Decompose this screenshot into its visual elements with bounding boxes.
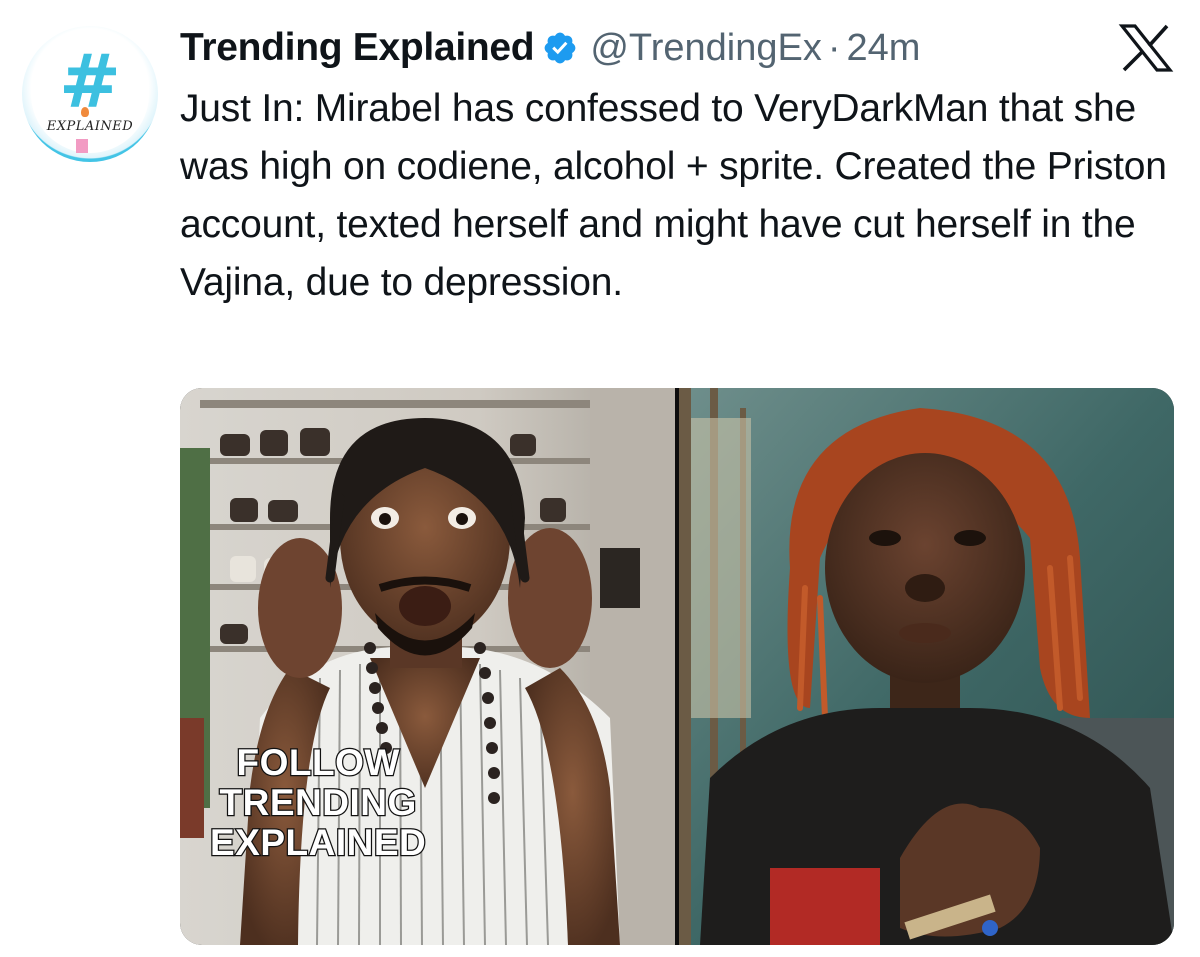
avatar-background: # EXPLAINED <box>31 35 149 153</box>
tweet-card[interactable]: # EXPLAINED Trending Explained @Trending… <box>0 0 1200 957</box>
media-caption: FOLLOW TRENDING EXPLAINED <box>209 741 427 864</box>
x-logo-icon <box>1118 24 1174 72</box>
tweet-timestamp[interactable]: 24m <box>846 27 920 70</box>
avatar-pink-block <box>76 139 88 153</box>
avatar-hash-symbol: # <box>58 39 121 125</box>
verified-badge-icon <box>544 32 576 64</box>
caption-line-2: TRENDING <box>218 781 417 824</box>
author-handle[interactable]: @TrendingEx <box>590 27 822 70</box>
caption-line-1: FOLLOW <box>235 741 400 784</box>
tweet-text: Just In: Mirabel has confessed to VeryDa… <box>180 87 1167 304</box>
caption-line-3: EXPLAINED <box>209 821 427 864</box>
avatar-fire-icon <box>81 107 89 117</box>
author-avatar[interactable]: # EXPLAINED <box>22 26 158 162</box>
tweet-media[interactable]: FOLLOW TRENDING EXPLAINED <box>180 388 1174 945</box>
separator-dot: · <box>827 26 841 69</box>
avatar-word: EXPLAINED <box>46 119 134 134</box>
tweet-header: Trending Explained @TrendingEx · 24m <box>180 22 920 74</box>
author-name[interactable]: Trending Explained <box>180 26 535 70</box>
